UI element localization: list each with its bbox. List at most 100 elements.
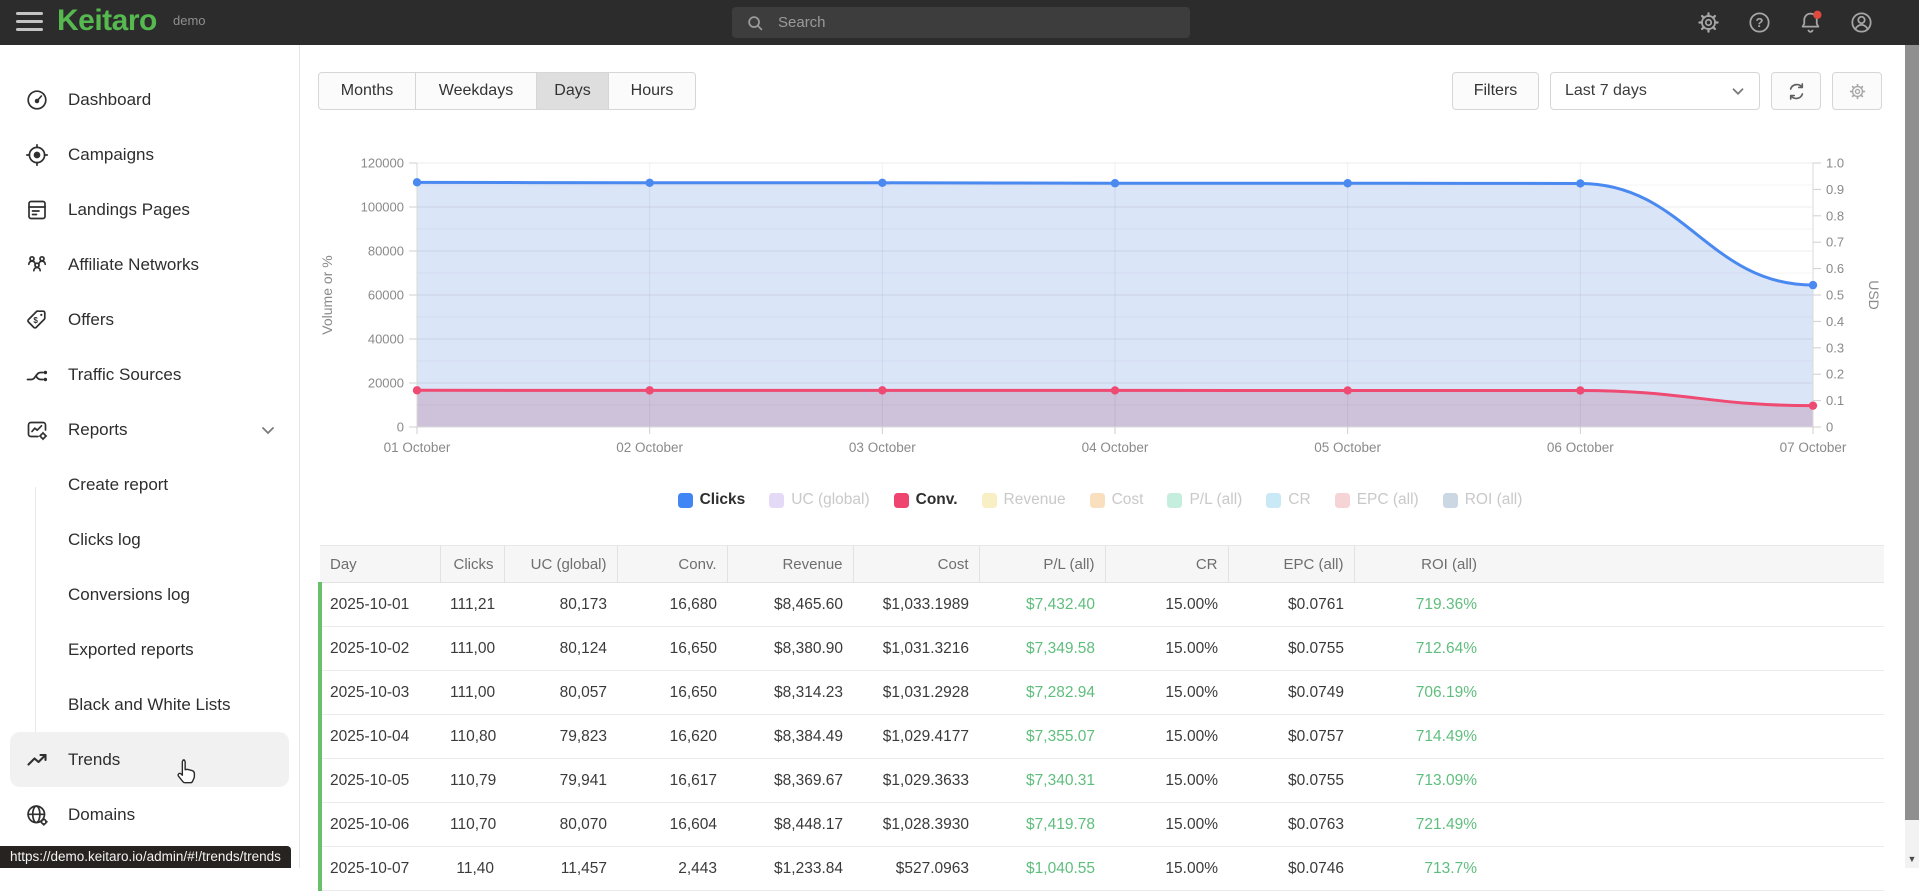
- table-cell: 80,057: [504, 670, 617, 715]
- table-cell: $1,028.3930: [853, 802, 979, 847]
- table-row[interactable]: 2025-10-07 11,40 11,457 2,443 $1,233.84 $527.…: [318, 846, 1884, 891]
- tab-weekdays[interactable]: Weekdays: [415, 72, 537, 110]
- table-row[interactable]: 2025-10-03 111,00 80,057 16,650 $8,314.23 $1,…: [318, 670, 1884, 715]
- table-row[interactable]: 2025-10-05 110,79 79,941 16,617 $8,369.67 $1,…: [318, 758, 1884, 803]
- trends-chart[interactable]: 0 20000 40000 60000 80000 100000 120000 0 0.1 0.2…: [318, 125, 1882, 465]
- settings-gear-icon[interactable]: [1696, 10, 1721, 35]
- sidebar-item-create-report[interactable]: Create report: [0, 457, 299, 512]
- legend-swatch: [677, 492, 693, 508]
- refresh-button[interactable]: [1771, 72, 1821, 110]
- table-cell: 714.49%: [1354, 714, 1487, 759]
- globe-icon: [25, 803, 49, 827]
- gauge-icon: [25, 88, 49, 112]
- menu-icon[interactable]: [16, 12, 44, 33]
- table-cell: 11,457: [504, 846, 617, 891]
- column-header-epc-all[interactable]: EPC (all): [1227, 545, 1354, 583]
- svg-text:0.5: 0.5: [1826, 288, 1844, 303]
- table-cell: $1,031.3216: [853, 626, 979, 671]
- sidebar-item-affiliate-networks[interactable]: Affiliate Networks: [0, 237, 299, 292]
- page-scrollbar[interactable]: ▼: [1905, 45, 1919, 868]
- table-cell: 713.7%: [1354, 846, 1487, 891]
- date-range-select[interactable]: Last 7 days: [1550, 72, 1760, 110]
- search-input[interactable]: [776, 13, 1190, 32]
- table-cell: 110,80: [440, 714, 504, 759]
- notifications-bell-icon[interactable]: [1798, 10, 1823, 35]
- legend-item-cost[interactable]: Cost: [1089, 491, 1143, 509]
- table-row[interactable]: 2025-10-02 111,00 80,124 16,650 $8,380.90 $1,…: [318, 626, 1884, 671]
- sidebar-item-offers[interactable]: $ Offers: [0, 292, 299, 347]
- filters-button[interactable]: Filters: [1452, 72, 1539, 110]
- sidebar-item-conversions-log[interactable]: Conversions log: [0, 567, 299, 622]
- table-row[interactable]: 2025-10-06 110,70 80,070 16,604 $8,448.17 $1,…: [318, 802, 1884, 847]
- sidebar-item-label: Offers: [68, 309, 114, 329]
- account-icon[interactable]: [1849, 10, 1874, 35]
- chevron-down-icon[interactable]: [258, 420, 278, 440]
- column-header-day[interactable]: Day: [320, 545, 440, 583]
- trend-up-icon: [25, 748, 49, 772]
- table-cell: 712.64%: [1354, 626, 1487, 671]
- column-header-cr[interactable]: CR: [1104, 545, 1228, 583]
- table-cell: $0.0755: [1228, 626, 1354, 671]
- sidebar-item-dashboard[interactable]: Dashboard: [0, 72, 299, 127]
- table-cell: [1487, 802, 1884, 847]
- column-header-p-l-all[interactable]: P/L (all): [978, 545, 1105, 583]
- sidebar-item-label: Trends: [68, 749, 121, 769]
- legend-item-cr[interactable]: CR: [1266, 491, 1311, 509]
- legend-item-p-l-all[interactable]: P/L (all): [1167, 491, 1242, 509]
- tab-days[interactable]: Days: [536, 72, 609, 110]
- sidebar-item-trends[interactable]: Trends: [10, 732, 289, 787]
- legend-label: Revenue: [1003, 491, 1066, 508]
- sidebar-item-exported-reports[interactable]: Exported reports: [0, 622, 299, 677]
- svg-text:0: 0: [1826, 420, 1833, 435]
- search-box[interactable]: [732, 7, 1190, 38]
- column-header-revenue[interactable]: Revenue: [726, 545, 853, 583]
- column-header-roi-all[interactable]: ROI (all): [1353, 545, 1487, 583]
- sidebar-item-label: Domains: [68, 804, 136, 824]
- scrollbar-down-arrow[interactable]: ▼: [1905, 851, 1919, 868]
- table-cell: 79,823: [504, 714, 617, 759]
- svg-text:0.2: 0.2: [1826, 367, 1844, 382]
- sidebar-item-reports[interactable]: Reports: [0, 402, 299, 457]
- table-cell: $7,355.07: [979, 714, 1105, 759]
- svg-text:?: ?: [1756, 15, 1764, 30]
- table-row[interactable]: 2025-10-01 111,21 80,173 16,680 $8,465.60 $1,…: [318, 582, 1884, 627]
- column-header-cost[interactable]: Cost: [852, 545, 979, 583]
- sidebar-item-traffic-sources[interactable]: Traffic Sources: [0, 347, 299, 402]
- main-content: Months Weekdays Days Hours Filters Last …: [300, 45, 1905, 891]
- column-header-conv[interactable]: Conv.: [616, 545, 727, 583]
- sidebar-item-campaigns[interactable]: Campaigns: [0, 127, 299, 182]
- table-cell: $0.0757: [1228, 714, 1354, 759]
- app-logo[interactable]: Keitaro: [57, 4, 157, 38]
- column-header-clicks[interactable]: Clicks: [439, 545, 504, 583]
- column-header-uc-global[interactable]: UC (global): [503, 545, 617, 583]
- legend-item-epc-all[interactable]: EPC (all): [1334, 491, 1419, 509]
- table-cell: $1,040.55: [979, 846, 1105, 891]
- sidebar-item-landings-pages[interactable]: Landings Pages: [0, 182, 299, 237]
- svg-text:03 October: 03 October: [849, 440, 916, 455]
- legend-item-revenue[interactable]: Revenue: [981, 491, 1066, 509]
- table-row[interactable]: 2025-10-04 110,80 79,823 16,620 $8,384.49 $1,…: [318, 714, 1884, 759]
- trends-table: Day Clicks UC (global) Conv. Revenue Cost P/L …: [318, 545, 1884, 891]
- legend-item-uc-global[interactable]: UC (global): [769, 491, 870, 509]
- chart-settings-button[interactable]: [1832, 72, 1882, 110]
- table-cell: [1487, 670, 1884, 715]
- tab-hours[interactable]: Hours: [608, 72, 696, 110]
- table-cell: 110,70: [440, 802, 504, 847]
- scrollbar-thumb[interactable]: [1905, 45, 1919, 820]
- table-cell: 706.19%: [1354, 670, 1487, 715]
- traffic-split-icon: [25, 363, 49, 387]
- chart-legend: Clicks UC (global) Conv. Revenue Cost P/L (al…: [318, 491, 1882, 509]
- legend-item-roi-all[interactable]: ROI (all): [1442, 491, 1522, 509]
- sidebar-item-black-and-white-lists[interactable]: Black and White Lists: [0, 677, 299, 732]
- sidebar-item-clicks-log[interactable]: Clicks log: [0, 512, 299, 567]
- table-cell: $1,233.84: [727, 846, 853, 891]
- legend-item-conv[interactable]: Conv.: [893, 491, 958, 509]
- sidebar-item-domains[interactable]: Domains: [0, 787, 299, 842]
- svg-text:1.0: 1.0: [1826, 156, 1844, 171]
- legend-item-clicks[interactable]: Clicks: [677, 491, 745, 509]
- table-cell: 11,40: [440, 846, 504, 891]
- svg-text:0.7: 0.7: [1826, 235, 1844, 250]
- legend-swatch: [1442, 492, 1458, 508]
- tab-months[interactable]: Months: [318, 72, 416, 110]
- help-icon[interactable]: ?: [1747, 10, 1772, 35]
